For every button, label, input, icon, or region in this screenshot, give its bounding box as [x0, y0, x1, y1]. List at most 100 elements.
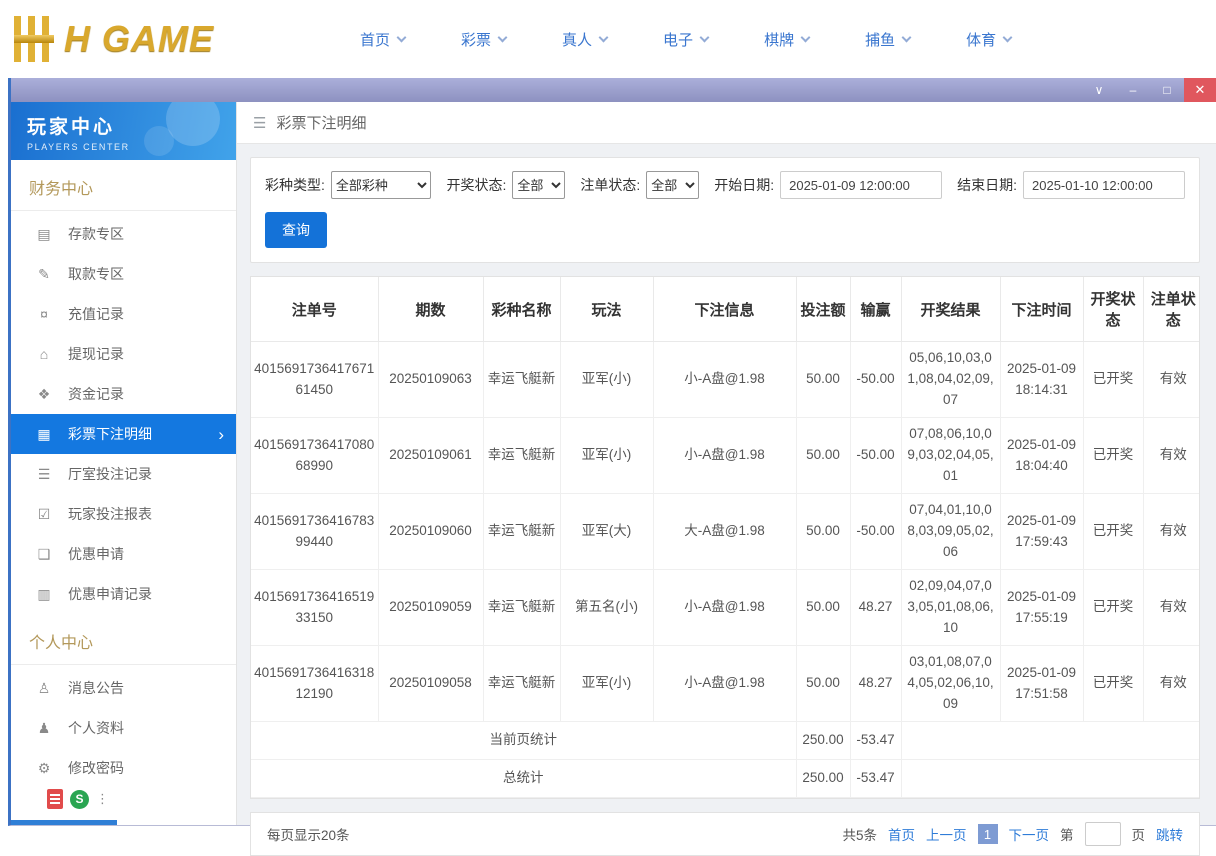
- column-header: 下注时间: [999, 277, 1084, 342]
- sidebar-item-withdrawal-records[interactable]: ⌂ 提现记录: [11, 334, 236, 374]
- site-logo[interactable]: H GAME: [14, 16, 314, 62]
- page-header: ☰ 彩票下注明细: [237, 102, 1216, 144]
- table-cell: 20250109058: [377, 645, 484, 722]
- sidebar-item-label: 修改密码: [68, 760, 124, 776]
- sidebar-item-fund-records[interactable]: ❖ 资金记录: [11, 374, 236, 414]
- table-cell: 48.27: [849, 645, 902, 722]
- table-cell: -50.00: [849, 493, 902, 570]
- table-cell: 02,09,04,07,03,05,01,08,06,10: [900, 569, 1001, 646]
- chevron-right-icon: ›: [218, 424, 224, 444]
- start-date-input[interactable]: [780, 171, 943, 199]
- table-cell: 幸运飞艇新: [482, 645, 561, 722]
- lottery-type-select[interactable]: 全部彩种: [330, 171, 432, 199]
- end-date-input[interactable]: [1023, 171, 1185, 199]
- main-nav: 首页 彩票 真人 电子 棋牌 捕鱼 体育: [360, 29, 1013, 50]
- table-row: 401569173641708068990 20250109061 幸运飞艇新 亚军(…: [251, 417, 1199, 494]
- menu-icon[interactable]: ☰: [253, 114, 266, 132]
- desktop-overlay-icons: S ⋮: [47, 789, 109, 809]
- draw-status-select[interactable]: 全部: [512, 171, 566, 199]
- minimize-icon[interactable]: –: [1116, 78, 1150, 102]
- window-controls: ∨ – □ ✕: [1082, 78, 1216, 102]
- sidebar-item-recharge-records[interactable]: ¤ 充值记录: [11, 294, 236, 334]
- prev-page-link[interactable]: 上一页: [926, 824, 967, 844]
- sidebar-item-promo-apply-records[interactable]: ▥ 优惠申请记录: [11, 574, 236, 614]
- table-cell: 小-A盘@1.98: [652, 417, 797, 494]
- table-cell: 20250109061: [377, 417, 484, 494]
- table-cell: 07,08,06,10,09,03,02,04,05,01: [900, 417, 1001, 494]
- table-cell: 小-A盘@1.98: [652, 645, 797, 722]
- nav-item-home[interactable]: 首页: [360, 29, 407, 50]
- sidebar-item-change-password[interactable]: ⚙ 修改密码: [11, 748, 236, 788]
- nav-item-sports[interactable]: 体育: [966, 29, 1013, 50]
- nav-item-fishing[interactable]: 捕鱼: [865, 29, 912, 50]
- table-cell: 50.00: [795, 569, 851, 646]
- sidebar-item-lottery-bet-details[interactable]: ▦ 彩票下注明细 ›: [11, 414, 236, 454]
- nav-label: 真人: [562, 31, 593, 49]
- next-page-link[interactable]: 下一页: [1009, 824, 1050, 844]
- logo-text: H GAME: [64, 18, 214, 59]
- jump-button[interactable]: 跳转: [1156, 824, 1183, 844]
- bet-table-panel: 注单号 期数 彩种名称 玩法 下注信息 投注额 输赢 开奖结果 下注时间 开奖状态 注单状态 401…: [250, 276, 1200, 799]
- window-titlebar[interactable]: ∨ – □ ✕: [11, 78, 1216, 102]
- table-cell: 幸运飞艇新: [482, 569, 561, 646]
- wps-s-icon[interactable]: S: [70, 789, 89, 809]
- close-icon[interactable]: ✕: [1184, 78, 1216, 102]
- draw-status-label: 开奖状态:: [446, 177, 507, 193]
- promo-icon: ❑: [37, 545, 51, 562]
- table-cell: 2025-01-09 17:51:58: [999, 645, 1084, 722]
- nav-item-live[interactable]: 真人: [562, 29, 609, 50]
- nav-label: 彩票: [461, 31, 492, 49]
- summary-winloss-total: -53.47: [849, 721, 902, 760]
- table-cell: 亚军(小): [559, 645, 654, 722]
- table-cell: 2025-01-09 17:55:19: [999, 569, 1084, 646]
- table-cell: 401569173641708068990: [251, 417, 379, 494]
- sidebar-item-player-bet-report[interactable]: ☑ 玩家投注报表: [11, 494, 236, 534]
- sidebar-item-promo-apply[interactable]: ❑ 优惠申请: [11, 534, 236, 574]
- filter-panel: 彩种类型: 全部彩种 开奖状态: 全部 注单状态: 全部 开始日期: 2025-…: [250, 157, 1200, 263]
- sidebar-item-label: 优惠申请记录: [68, 586, 152, 602]
- chevron-down-icon: [396, 32, 407, 43]
- maximize-icon[interactable]: □: [1150, 78, 1184, 102]
- search-button[interactable]: 查询: [265, 212, 327, 248]
- sidebar-header: 玩家中心 PLAYERS CENTER: [11, 102, 236, 160]
- order-status-select[interactable]: 全部: [646, 171, 700, 199]
- sidebar-item-withdraw[interactable]: ✎ 取款专区: [11, 254, 236, 294]
- current-page-button[interactable]: 1: [977, 824, 998, 844]
- sidebar-item-label: 厅室投注记录: [68, 466, 152, 482]
- sidebar-item-label: 个人资料: [68, 720, 124, 736]
- site-header: H GAME 首页 彩票 真人 电子 棋牌 捕鱼 体育: [0, 0, 1216, 78]
- sidebar-item-hall-bet-records[interactable]: ☰ 厅室投注记录: [11, 454, 236, 494]
- sidebar-item-label: 彩票下注明细: [68, 426, 152, 442]
- nav-item-board-games[interactable]: 棋牌: [764, 29, 811, 50]
- nav-item-electronic[interactable]: 电子: [663, 29, 710, 50]
- deposit-card-icon: ▤: [37, 225, 51, 242]
- sidebar-item-profile[interactable]: ♟ 个人资料: [11, 708, 236, 748]
- order-status-label: 注单状态:: [580, 177, 641, 193]
- table-cell: 401569173641651933150: [251, 569, 379, 646]
- sidebar: 玩家中心 PLAYERS CENTER 财务中心 ▤ 存款专区 ✎ 取款专区 ¤ 充值记录 ⌂…: [11, 102, 237, 825]
- more-dots-icon[interactable]: ⋮: [96, 791, 109, 807]
- end-date-label: 结束日期:: [957, 177, 1017, 193]
- message-icon: ♙: [37, 679, 51, 696]
- table-cell: -50.00: [849, 417, 902, 494]
- nav-item-lottery[interactable]: 彩票: [461, 29, 508, 50]
- profile-icon: ♟: [37, 719, 51, 736]
- chevron-down-icon: [901, 32, 912, 43]
- table-cell: 亚军(小): [559, 417, 654, 494]
- column-header: 注单状态: [1142, 277, 1199, 342]
- table-cell: 有效: [1142, 493, 1199, 570]
- sidebar-item-messages[interactable]: ♙ 消息公告: [11, 668, 236, 708]
- total-count-text: 共5条: [842, 828, 877, 843]
- chevron-down-icon[interactable]: ∨: [1082, 78, 1116, 102]
- table-cell: 小-A盘@1.98: [652, 341, 797, 418]
- sidebar-item-label: 提现记录: [68, 346, 124, 362]
- jump-suffix-text: 页: [1131, 828, 1146, 843]
- table-cell: 幸运飞艇新: [482, 493, 561, 570]
- first-page-link[interactable]: 首页: [888, 824, 915, 844]
- red-doc-icon[interactable]: [47, 789, 63, 809]
- sidebar-item-deposit[interactable]: ▤ 存款专区: [11, 214, 236, 254]
- logo-emblem-icon: [14, 16, 54, 62]
- table-cell: 有效: [1142, 417, 1199, 494]
- summary-winloss-total: -53.47: [849, 759, 902, 798]
- table-cell: 20250109059: [377, 569, 484, 646]
